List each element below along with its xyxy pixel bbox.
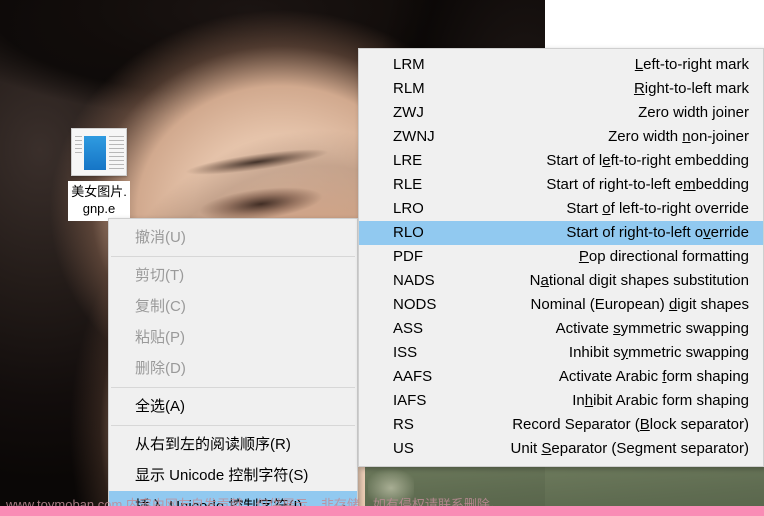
menu-separator <box>111 425 355 426</box>
menu-item-label: 撤消(U) <box>135 229 186 246</box>
menu-item-label: 粘贴(P) <box>135 329 185 346</box>
submenu-item-description: Zero width joiner <box>638 104 749 121</box>
submenu-item[interactable]: LRM Left-to-right mark <box>359 53 763 77</box>
submenu-item-code: RLE <box>393 176 423 193</box>
submenu-item[interactable]: US Unit Separator (Segment separator) <box>359 437 763 461</box>
image-file-icon[interactable] <box>71 128 127 176</box>
submenu-item-description: Start of left-to-right override <box>566 200 749 217</box>
submenu-item-code: LRE <box>393 152 423 169</box>
submenu-item-code: AAFS <box>393 368 433 385</box>
submenu-item[interactable]: ISS Inhibit symmetric swapping <box>359 341 763 365</box>
submenu-item[interactable]: NODS Nominal (European) digit shapes <box>359 293 763 317</box>
submenu-item-description: Unit Separator (Segment separator) <box>510 440 749 457</box>
submenu-item[interactable]: LRE Start of left-to-right embedding <box>359 149 763 173</box>
submenu-item-code: ISS <box>393 344 418 361</box>
submenu-item[interactable]: RLO Start of right-to-left override <box>359 221 763 245</box>
submenu-item-description: Nominal (European) digit shapes <box>530 296 749 313</box>
submenu-item[interactable]: PDF Pop directional formatting <box>359 245 763 269</box>
menu-item: 撤消(U) <box>109 222 357 253</box>
menu-item[interactable]: 全选(A) <box>109 391 357 422</box>
submenu-item-code: IAFS <box>393 392 427 409</box>
submenu-item-description: Record Separator (Block separator) <box>512 416 749 433</box>
submenu-item[interactable]: NADS National digit shapes substitution <box>359 269 763 293</box>
submenu-item-description: Start of left-to-right embedding <box>546 152 749 169</box>
desktop-file-label: 美女图片.gnp.e <box>68 181 130 221</box>
submenu-item[interactable]: RLM Right-to-left mark <box>359 77 763 101</box>
menu-item: 删除(D) <box>109 353 357 384</box>
submenu-item-code: US <box>393 440 414 457</box>
submenu-item-description: Inhibit symmetric swapping <box>568 344 749 361</box>
submenu-item[interactable]: IAFS Inhibit Arabic form shaping <box>359 389 763 413</box>
submenu-item-code: RS <box>393 416 414 433</box>
submenu-item-code: RLO <box>393 224 424 241</box>
submenu-item[interactable]: LRO Start of left-to-right override <box>359 197 763 221</box>
submenu-item[interactable]: ZWJ Zero width joiner <box>359 101 763 125</box>
submenu-item-description: Pop directional formatting <box>578 248 749 265</box>
submenu-item-description: Right-to-left mark <box>633 80 749 97</box>
menu-item-label: 删除(D) <box>135 360 186 377</box>
menu-item-label: 全选(A) <box>135 398 185 415</box>
submenu-item-code: ZWJ <box>393 104 424 121</box>
menu-item-label: 从右到左的阅读顺序(R) <box>135 436 291 453</box>
menu-item[interactable]: 从右到左的阅读顺序(R) <box>109 429 357 460</box>
submenu-item-code: ZWNJ <box>393 128 435 145</box>
submenu-item-code: PDF <box>393 248 423 265</box>
menu-item-label: 剪切(T) <box>135 267 185 284</box>
submenu-item-description: Activate symmetric swapping <box>555 320 749 337</box>
icon-text-lines-left <box>75 136 82 156</box>
screen: 美女图片.gnp.e 撤消(U) 剪切(T) 复制(C) 粘贴(P) 删除(D) 全选(A… <box>0 0 764 516</box>
submenu-item-description: Start of right-to-left embedding <box>546 176 749 193</box>
submenu-item-code: LRO <box>393 200 424 217</box>
submenu-item[interactable]: ZWNJ Zero width non-joiner <box>359 125 763 149</box>
submenu-item-description: Activate Arabic form shaping <box>558 368 749 385</box>
submenu-item-description: National digit shapes substitution <box>529 272 749 289</box>
desktop-file-item[interactable]: 美女图片.gnp.e <box>68 128 130 221</box>
bottom-pink-strip <box>0 506 764 516</box>
submenu-item-code: ASS <box>393 320 424 337</box>
menu-separator <box>111 256 355 257</box>
submenu-item-code: NADS <box>393 272 435 289</box>
submenu-item-code: NODS <box>393 296 437 313</box>
submenu-item-code: RLM <box>393 80 425 97</box>
menu-item: 复制(C) <box>109 291 357 322</box>
insert-unicode-control-character-submenu[interactable]: LRM Left-to-right mark RLM Right-to-left ma… <box>358 48 764 467</box>
menu-separator <box>111 387 355 388</box>
menu-item[interactable]: 显示 Unicode 控制字符(S) <box>109 460 357 491</box>
submenu-item-description: Start of right-to-left override <box>566 224 749 241</box>
submenu-item[interactable]: AAFS Activate Arabic form shaping <box>359 365 763 389</box>
menu-item-label: 复制(C) <box>135 298 186 315</box>
submenu-item[interactable]: ASS Activate symmetric swapping <box>359 317 763 341</box>
submenu-item-description: Inhibit Arabic form shaping <box>572 392 749 409</box>
submenu-item-description: Left-to-right mark <box>634 56 749 73</box>
menu-item-label: 显示 Unicode 控制字符(S) <box>135 467 309 484</box>
icon-image-swatch <box>84 136 106 170</box>
submenu-item-description: Zero width non-joiner <box>608 128 749 145</box>
submenu-item[interactable]: RLE Start of right-to-left embedding <box>359 173 763 197</box>
submenu-item-code: LRM <box>393 56 425 73</box>
menu-item: 剪切(T) <box>109 260 357 291</box>
menu-item: 粘贴(P) <box>109 322 357 353</box>
submenu-item[interactable]: RS Record Separator (Block separator) <box>359 413 763 437</box>
ime-context-menu[interactable]: 撤消(U) 剪切(T) 复制(C) 粘贴(P) 删除(D) 全选(A) 从右到左的阅读顺序(… <box>108 218 358 516</box>
icon-text-lines-right <box>109 136 124 170</box>
